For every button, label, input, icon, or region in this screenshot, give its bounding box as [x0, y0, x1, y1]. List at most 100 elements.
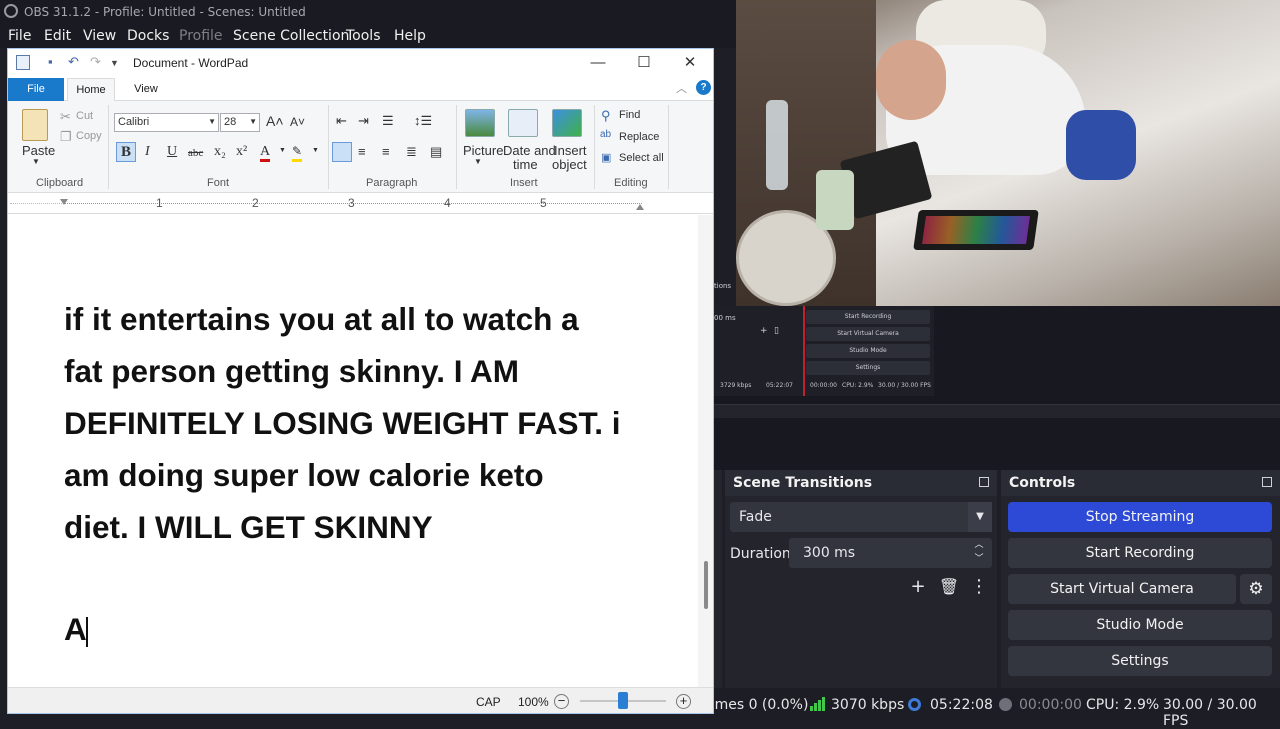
recording-icon: [999, 698, 1012, 711]
justify-icon[interactable]: ≣: [406, 144, 417, 160]
help-icon[interactable]: ?: [696, 80, 711, 95]
zoom-out-icon[interactable]: −: [554, 694, 569, 709]
date-time-icon[interactable]: [508, 109, 538, 137]
font-size-select[interactable]: 28 ▼: [220, 113, 260, 132]
settings-button[interactable]: Settings: [1008, 646, 1272, 676]
collapse-ribbon-icon[interactable]: ︿: [676, 80, 687, 96]
chevron-down-icon[interactable]: ▼: [968, 502, 992, 532]
strikethrough-button[interactable]: abc: [188, 147, 203, 159]
menu-docks[interactable]: Docks: [127, 28, 169, 44]
find-button[interactable]: Find: [619, 109, 640, 121]
font-family-select[interactable]: Calibri ▼: [114, 113, 219, 132]
paragraph-settings-icon[interactable]: ▤: [430, 144, 442, 160]
bold-button[interactable]: B: [116, 142, 136, 162]
font-color-button[interactable]: A: [260, 144, 271, 162]
studio-mode-button[interactable]: Studio Mode: [1008, 610, 1272, 640]
paste-icon[interactable]: [22, 109, 48, 141]
zoom-slider-thumb[interactable]: [618, 692, 628, 709]
chevron-down-icon[interactable]: ▼: [312, 147, 319, 154]
close-icon[interactable]: ✕: [667, 51, 713, 75]
customize-qat-icon[interactable]: ▼: [110, 58, 119, 68]
undo-icon[interactable]: ↶: [68, 54, 79, 70]
decrease-indent-icon[interactable]: ⇤: [336, 113, 347, 129]
undock-icon[interactable]: [1262, 477, 1272, 487]
recording-time: 00:00:00: [1019, 697, 1082, 713]
transition-select[interactable]: Fade ▼: [730, 502, 992, 532]
document-line: diet. I WILL GET SKINNY: [64, 509, 433, 545]
insert-object-line1[interactable]: Insert: [554, 143, 587, 158]
bullets-icon[interactable]: ☰: [382, 113, 394, 129]
wordpad-app-icon[interactable]: [16, 55, 30, 70]
mini-time: 05:22:07: [766, 382, 793, 389]
underline-button[interactable]: U: [167, 144, 177, 160]
start-recording-button[interactable]: Start Recording: [1008, 538, 1272, 568]
tab-file[interactable]: File: [8, 78, 64, 101]
obs-horizontal-scrollbar[interactable]: [714, 404, 1280, 418]
zoom-in-icon[interactable]: +: [676, 694, 691, 709]
trash-icon[interactable]: 🗑: [936, 574, 962, 600]
align-center-icon[interactable]: ≡: [358, 144, 366, 159]
copy-button[interactable]: Copy: [76, 130, 102, 142]
tab-view[interactable]: View: [126, 78, 166, 101]
vertical-scrollbar[interactable]: [698, 215, 713, 687]
start-virtual-camera-button[interactable]: Start Virtual Camera: [1008, 574, 1236, 604]
mini-start-recording: Start Recording: [806, 310, 930, 324]
align-right-icon[interactable]: ≡: [382, 144, 390, 159]
document-area[interactable]: if it entertains you at all to watch a f…: [8, 215, 698, 687]
increase-indent-icon[interactable]: ⇥: [358, 113, 369, 129]
chevron-down-icon[interactable]: ▼: [474, 157, 482, 166]
webcam-preview[interactable]: [736, 0, 1280, 306]
menu-edit[interactable]: Edit: [44, 28, 71, 44]
line-spacing-icon[interactable]: ↕☰: [414, 113, 432, 129]
menu-help[interactable]: Help: [394, 28, 426, 44]
tab-home[interactable]: Home: [67, 78, 115, 102]
stop-streaming-button[interactable]: Stop Streaming: [1008, 502, 1272, 532]
replace-button[interactable]: Replace: [619, 131, 659, 143]
minimize-icon[interactable]: —: [575, 51, 621, 75]
picture-icon[interactable]: [465, 109, 495, 137]
save-icon[interactable]: ▪: [48, 54, 53, 69]
date-time-button-line2[interactable]: time: [513, 157, 538, 172]
paste-button[interactable]: Paste: [22, 143, 55, 158]
document-paragraph[interactable]: if it entertains you at all to watch a f…: [64, 293, 634, 553]
mini-kbps: 3729 kbps: [720, 382, 752, 389]
menu-view[interactable]: View: [83, 28, 116, 44]
subscript-button[interactable]: x₂: [214, 144, 226, 160]
menu-tools[interactable]: Tools: [346, 28, 381, 44]
scrollbar-thumb[interactable]: [704, 561, 708, 609]
right-indent-marker[interactable]: [636, 204, 644, 210]
webcam-cup: [816, 170, 854, 230]
menu-file[interactable]: File: [8, 28, 31, 44]
select-all-button[interactable]: Select all: [619, 152, 664, 164]
menu-scene-collection[interactable]: Scene Collection: [233, 28, 349, 44]
streaming-live-icon: [908, 698, 921, 711]
duration-input[interactable]: 300 ms ︿ ﹀: [789, 538, 992, 568]
italic-button[interactable]: I: [145, 144, 150, 160]
date-time-button-line1[interactable]: Date and: [503, 143, 556, 158]
insert-object-icon[interactable]: [552, 109, 582, 137]
shrink-font-icon[interactable]: A˅: [290, 115, 305, 129]
maximize-icon[interactable]: ☐: [621, 51, 667, 75]
gear-icon[interactable]: ⚙: [1240, 574, 1272, 604]
highlight-button[interactable]: ✎: [292, 144, 303, 162]
align-left-button[interactable]: [332, 142, 352, 162]
undock-icon[interactable]: [979, 477, 989, 487]
left-indent-marker[interactable]: [60, 199, 68, 205]
more-options-icon[interactable]: ⋮: [966, 574, 992, 600]
fps: 30.00 / 30.00 FPS: [1163, 697, 1257, 729]
add-transition-icon[interactable]: +: [905, 574, 931, 600]
chevron-down-icon[interactable]: ▼: [279, 147, 286, 154]
grow-font-icon[interactable]: A˄: [266, 113, 284, 129]
insert-object-line2[interactable]: object: [552, 157, 587, 172]
menu-profile[interactable]: Profile: [179, 28, 223, 44]
duration-stepper[interactable]: ︿ ﹀: [970, 538, 988, 568]
zoom-level: 100%: [518, 695, 549, 709]
redo-icon[interactable]: ↷: [90, 54, 101, 70]
document-line: am doing super low calorie keto: [64, 457, 544, 493]
superscript-button[interactable]: x²: [236, 144, 247, 160]
picture-button[interactable]: Picture: [463, 143, 503, 158]
ruler[interactable]: 1 2 3 4 5: [8, 194, 713, 214]
webcam-shorts: [1066, 110, 1136, 180]
paste-dropdown-icon[interactable]: ▼: [32, 157, 40, 166]
cut-button[interactable]: Cut: [76, 110, 93, 122]
